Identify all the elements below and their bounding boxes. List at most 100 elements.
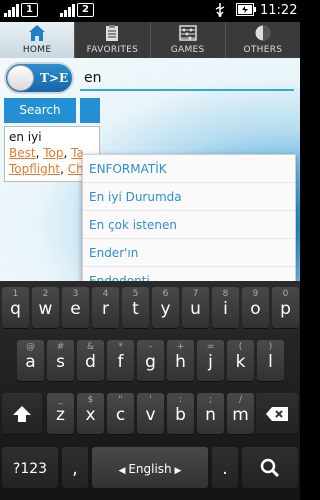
key-hint: 3: [72, 289, 79, 299]
key-label: English: [128, 462, 172, 476]
key-label: b: [175, 405, 186, 425]
key-g[interactable]: -g: [137, 340, 164, 381]
key-hint: _: [58, 395, 63, 405]
suggestion-item[interactable]: En iyi Durumda: [83, 183, 295, 211]
key-hint: =: [206, 342, 215, 352]
key-u[interactable]: 7u: [182, 287, 209, 328]
tab-favorites[interactable]: FAVORITES: [75, 22, 151, 58]
key-label: y: [160, 299, 171, 319]
key-hint: 7: [192, 289, 199, 299]
key-k[interactable]: (k: [227, 340, 254, 381]
key-label: f: [117, 352, 124, 372]
suggestion-item[interactable]: ENFORMATİK: [83, 155, 295, 183]
signal-bars-icon: [60, 3, 75, 17]
key-x[interactable]: $ x: [77, 393, 104, 434]
synonym-link[interactable]: Top: [43, 146, 63, 160]
key-hint: ;: [208, 395, 213, 405]
key-label: m: [232, 405, 249, 425]
key-label: p: [280, 299, 291, 319]
key-i[interactable]: 8i: [212, 287, 239, 328]
key-label: .: [222, 459, 228, 479]
shift-key[interactable]: [2, 393, 42, 434]
key-hint: $: [87, 395, 94, 405]
tab-label: HOME: [22, 45, 52, 55]
key-n[interactable]: ; n: [197, 393, 224, 434]
key-hint: 6: [162, 289, 169, 299]
key-hint: ): [268, 342, 273, 352]
key-b[interactable]: :b: [167, 393, 194, 434]
secondary-button[interactable]: [80, 98, 100, 123]
key-j[interactable]: = j: [197, 340, 224, 381]
circle-half-icon: [255, 25, 271, 41]
key-hint: 0: [282, 289, 289, 299]
sim1-badge: 1: [21, 3, 38, 17]
key-l[interactable]: ) l: [257, 340, 284, 381]
key-f[interactable]: * f: [107, 340, 134, 381]
key-t[interactable]: 5t: [122, 287, 149, 328]
key-d[interactable]: & d: [77, 340, 104, 381]
key-label: ,: [72, 459, 78, 479]
key-a[interactable]: @ a: [17, 340, 44, 381]
period-key[interactable]: .: [212, 447, 238, 488]
key-p[interactable]: 0p: [272, 287, 299, 328]
key-m[interactable]: / m: [227, 393, 254, 434]
status-time: 11:22: [260, 3, 298, 18]
key-hint: ": [118, 395, 123, 405]
direction-toggle[interactable]: T>E: [4, 62, 74, 94]
comma-key[interactable]: ,: [62, 447, 88, 488]
space-key[interactable]: ◀ English ▶: [92, 447, 208, 488]
symbols-key[interactable]: ?123: [2, 447, 58, 488]
key-label: l: [268, 352, 273, 372]
suggestion-item[interactable]: Ender'ın: [83, 239, 295, 267]
synonym-link[interactable]: Topflight: [9, 162, 60, 176]
clipboard-icon: [106, 25, 119, 41]
key-label: v: [145, 405, 156, 425]
toggle-label: T>E: [40, 71, 69, 85]
search-key[interactable]: [242, 447, 298, 488]
suggestion-item[interactable]: Endodonti: [83, 267, 295, 281]
key-y[interactable]: 6y: [152, 287, 179, 328]
key-label: d: [85, 352, 96, 372]
key-r[interactable]: 4r: [92, 287, 119, 328]
key-label: s: [56, 352, 65, 372]
toggle-knob: [7, 65, 34, 91]
key-hint: @: [26, 342, 35, 352]
key-hint: #: [56, 342, 65, 352]
key-e[interactable]: 3e: [62, 287, 89, 328]
tab-games[interactable]: GAMES: [151, 22, 226, 58]
key-label: z: [56, 405, 65, 425]
tab-home[interactable]: HOME: [0, 22, 76, 58]
tab-label: GAMES: [170, 45, 205, 55]
key-z[interactable]: _ z: [47, 393, 74, 434]
key-label: x: [85, 405, 96, 425]
key-s[interactable]: # s: [47, 340, 74, 381]
backspace-icon: [266, 407, 288, 421]
key-v[interactable]: ' v: [137, 393, 164, 434]
key-c[interactable]: " c: [107, 393, 134, 434]
key-label: i: [223, 299, 228, 319]
suggestion-item[interactable]: En çok istenen: [83, 211, 295, 239]
key-label: j: [208, 352, 213, 372]
key-o[interactable]: 9o: [242, 287, 269, 328]
result-word: en iyi: [9, 130, 42, 144]
key-hint: /: [238, 395, 243, 405]
sim1-signal: 1: [4, 3, 38, 17]
backspace-key[interactable]: [256, 393, 298, 434]
synonym-link[interactable]: Best: [9, 146, 36, 160]
key-label: c: [115, 405, 126, 425]
search-input[interactable]: en: [80, 67, 294, 91]
key-label: q: [10, 299, 21, 319]
key-hint: +: [176, 342, 185, 352]
language-right-icon: ▶: [171, 466, 182, 476]
sim2-badge: 2: [77, 3, 94, 17]
tab-others[interactable]: OTHERS: [226, 22, 300, 58]
key-label: r: [102, 299, 109, 319]
search-button[interactable]: Search: [4, 98, 76, 123]
sim2-signal: 2: [60, 3, 94, 17]
key-w[interactable]: 2w: [32, 287, 59, 328]
key-h[interactable]: + h: [167, 340, 194, 381]
tab-bar: HOME FAVORITES GAMES OTHERS: [0, 22, 300, 58]
key-q[interactable]: 1q: [2, 287, 29, 328]
key-label: e: [70, 299, 81, 319]
usb-icon: [214, 3, 226, 17]
